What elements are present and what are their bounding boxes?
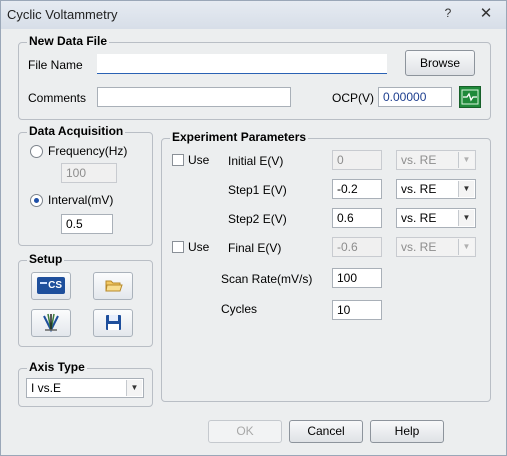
open-file-button[interactable] bbox=[93, 272, 133, 300]
new-data-file-legend: New Data File bbox=[27, 34, 110, 48]
initial-e-label: Initial E(V) bbox=[228, 154, 284, 168]
ocp-measure-icon[interactable] bbox=[459, 86, 481, 108]
final-ref-value: vs. RE bbox=[401, 240, 437, 254]
cyclic-voltammetry-dialog: Cyclic Voltammetry ? ✕ New Data File Fil… bbox=[0, 0, 507, 456]
comments-input[interactable] bbox=[97, 87, 291, 107]
use-initial-checkbox[interactable] bbox=[172, 154, 184, 166]
step1-e-label: Step1 E(V) bbox=[228, 183, 287, 197]
cycles-label: Cycles bbox=[221, 302, 258, 316]
step2-ref-select[interactable]: vs. RE ▼ bbox=[396, 208, 476, 228]
ocp-input[interactable] bbox=[378, 87, 452, 107]
scan-rate-label: Scan Rate(mV/s) bbox=[221, 272, 313, 286]
step2-e-input[interactable] bbox=[332, 208, 382, 228]
step2-ref-value: vs. RE bbox=[401, 211, 437, 225]
ok-button[interactable]: OK bbox=[208, 420, 282, 443]
step1-ref-value: vs. RE bbox=[401, 182, 437, 196]
setup-group: Setup CS bbox=[18, 252, 153, 347]
chevron-down-icon: ▼ bbox=[458, 152, 474, 168]
help-title-icon[interactable]: ? bbox=[441, 6, 455, 20]
experiment-parameters-legend: Experiment Parameters bbox=[170, 130, 309, 144]
axis-type-select[interactable]: I vs.E ▼ bbox=[26, 378, 144, 398]
electrode-setup-button[interactable] bbox=[31, 309, 71, 337]
chevron-down-icon: ▼ bbox=[458, 239, 474, 255]
axis-type-group: Axis Type I vs.E ▼ bbox=[18, 360, 153, 407]
use-final-label: Use bbox=[188, 240, 210, 254]
chevron-down-icon: ▼ bbox=[458, 210, 474, 226]
initial-ref-select[interactable]: vs. RE ▼ bbox=[396, 150, 476, 170]
window-title: Cyclic Voltammetry bbox=[7, 7, 118, 22]
step1-ref-select[interactable]: vs. RE ▼ bbox=[396, 179, 476, 199]
initial-e-input[interactable] bbox=[332, 150, 382, 170]
frequency-input[interactable] bbox=[61, 163, 117, 183]
use-initial-label: Use bbox=[188, 153, 210, 167]
initial-ref-value: vs. RE bbox=[401, 153, 437, 167]
folder-open-icon bbox=[105, 280, 123, 292]
interval-radio[interactable] bbox=[30, 194, 43, 207]
ocp-label: OCP(V) bbox=[332, 91, 374, 105]
final-ref-select[interactable]: vs. RE ▼ bbox=[396, 237, 476, 257]
scan-rate-input[interactable] bbox=[332, 268, 382, 288]
cycles-input[interactable] bbox=[332, 300, 382, 320]
frequency-radio[interactable] bbox=[30, 145, 43, 158]
final-e-input[interactable] bbox=[332, 237, 382, 257]
cancel-button[interactable]: Cancel bbox=[289, 420, 363, 443]
help-button[interactable]: Help bbox=[370, 420, 444, 443]
chevron-down-icon: ▼ bbox=[458, 181, 474, 197]
file-name-label: File Name bbox=[28, 58, 83, 72]
axis-type-value: I vs.E bbox=[31, 381, 62, 395]
data-acquisition-group: Data Acquisition Frequency(Hz) Interval(… bbox=[18, 124, 153, 246]
use-final-checkbox[interactable] bbox=[172, 241, 184, 253]
browse-button[interactable]: Browse bbox=[405, 50, 475, 76]
interval-input[interactable] bbox=[61, 214, 113, 234]
final-e-label: Final E(V) bbox=[228, 241, 282, 255]
experiment-parameters-group: Experiment Parameters Use Initial E(V) v… bbox=[161, 130, 491, 402]
new-data-file-group: New Data File File Name Browse Comments … bbox=[18, 34, 491, 120]
save-button[interactable] bbox=[93, 309, 133, 337]
close-icon[interactable]: ✕ bbox=[476, 4, 496, 22]
frequency-label: Frequency(Hz) bbox=[48, 144, 128, 158]
title-bar: Cyclic Voltammetry ? ✕ bbox=[1, 1, 506, 29]
cs-setup-button[interactable]: CS bbox=[31, 272, 71, 300]
step2-e-label: Step2 E(V) bbox=[228, 212, 287, 226]
chevron-down-icon: ▼ bbox=[126, 380, 142, 396]
floppy-disk-icon bbox=[106, 315, 121, 330]
comments-label: Comments bbox=[28, 91, 87, 105]
cs-icon-text: CS bbox=[48, 280, 62, 291]
data-acquisition-legend: Data Acquisition bbox=[27, 124, 126, 138]
electrode-icon bbox=[43, 313, 59, 333]
setup-legend: Setup bbox=[27, 252, 65, 266]
interval-label: Interval(mV) bbox=[48, 193, 114, 207]
axis-type-legend: Axis Type bbox=[27, 360, 87, 374]
file-name-input[interactable] bbox=[97, 54, 387, 74]
step1-e-input[interactable] bbox=[332, 179, 382, 199]
